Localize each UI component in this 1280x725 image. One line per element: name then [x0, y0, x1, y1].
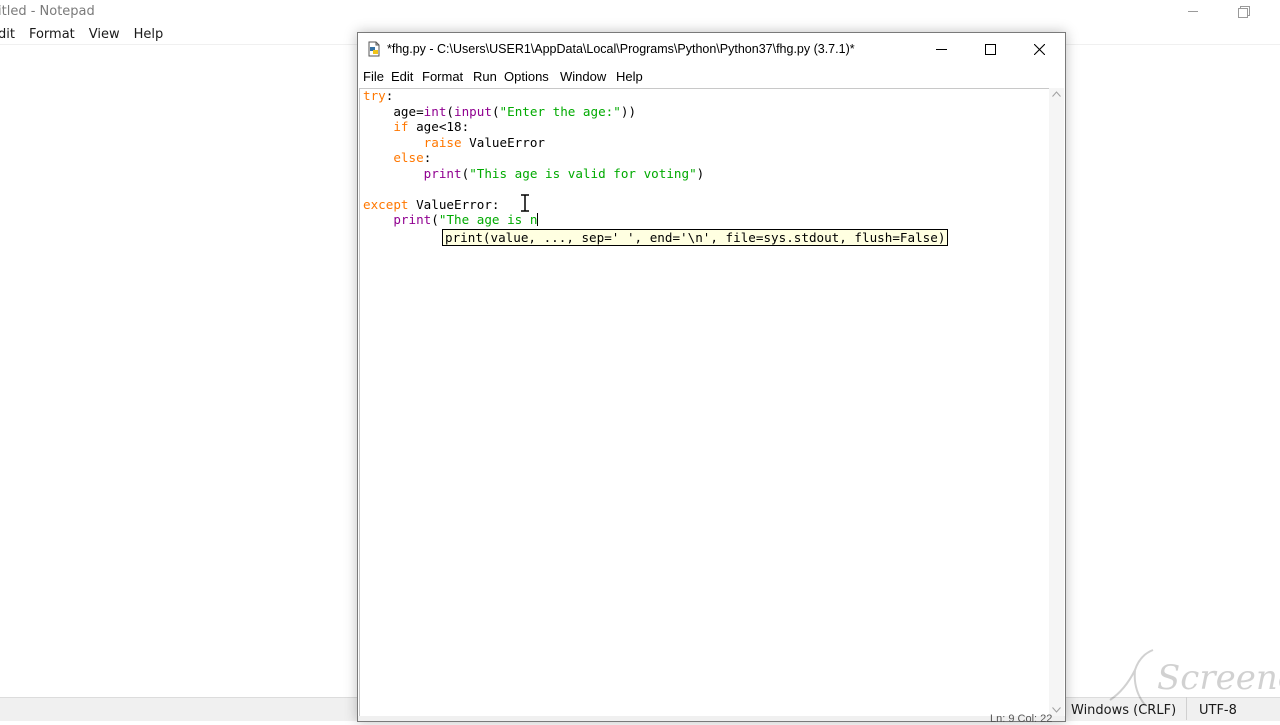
code-token: age<18: [408, 119, 470, 134]
code-token: : [385, 88, 394, 103]
builtin: input [454, 103, 492, 119]
vertical-scrollbar[interactable] [1049, 88, 1064, 716]
minimize-button[interactable] [918, 33, 964, 65]
watermark-text: Screencast-O-Matic [1157, 658, 1280, 698]
idle-statusbar: Ln: 9 Col: 22 [358, 713, 1065, 725]
notepad-menu-format[interactable]: Format [29, 27, 75, 42]
builtin: print [393, 212, 432, 227]
watermark-logo-icon [1109, 649, 1154, 706]
menu-options[interactable]: Options [504, 69, 549, 84]
cursor-position-status: Ln: 9 Col: 22 [990, 713, 1053, 725]
menu-edit[interactable]: Edit [391, 69, 413, 84]
watermark: Screencast-O-Matic [1105, 640, 1280, 720]
text-cursor [537, 213, 539, 226]
builtin: int [423, 103, 447, 119]
notepad-menu-edit[interactable]: dit [0, 27, 15, 42]
code-token: )) [620, 103, 637, 119]
menu-file[interactable]: File [363, 69, 384, 84]
notepad-menu-view[interactable]: View [89, 27, 120, 42]
menu-format[interactable]: Format [422, 69, 463, 84]
code-token: ValueError [461, 134, 545, 150]
keyword: else [393, 150, 424, 165]
keyword: if [393, 119, 409, 134]
scroll-down-icon[interactable] [1052, 707, 1061, 713]
maximize-button[interactable] [967, 33, 1013, 65]
keyword: raise [423, 134, 462, 150]
notepad-menubar: dit Format View Help [0, 27, 177, 42]
notepad-menu-help[interactable]: Help [134, 27, 164, 42]
close-icon [1033, 43, 1045, 55]
keyword: try [363, 88, 386, 103]
python-file-icon [368, 41, 380, 57]
code-text[interactable]: try: age=int(input("Enter the age:")) if… [363, 88, 704, 228]
notepad-minimize-icon[interactable] [1188, 11, 1198, 12]
idle-menubar: File Edit Format Run Options Window Help [358, 65, 1065, 87]
menu-window[interactable]: Window [560, 69, 606, 84]
code-token: ValueError: [408, 196, 500, 212]
code-token: : [423, 150, 432, 165]
notepad-restore-icon[interactable] [1238, 6, 1250, 18]
window-title: *fhg.py - C:\Users\USER1\AppData\Local\P… [387, 42, 855, 56]
idle-titlebar[interactable]: *fhg.py - C:\Users\USER1\AppData\Local\P… [358, 33, 1065, 65]
ibeam-cursor-icon [521, 194, 529, 212]
scroll-up-icon[interactable] [1052, 91, 1061, 97]
notepad-title: itled - Notepad [0, 4, 95, 19]
code-token: ( [431, 212, 439, 227]
string-literal: "The age is n [438, 212, 538, 227]
calltip-tooltip: print(value, ..., sep=' ', end='\n', fil… [442, 229, 949, 246]
code-editor[interactable]: try: age=int(input("Enter the age:")) if… [359, 88, 1049, 717]
code-token: age= [363, 103, 424, 119]
menu-run[interactable]: Run [473, 69, 497, 84]
keyword: except [363, 196, 409, 212]
menu-help[interactable]: Help [616, 69, 643, 84]
idle-editor-window: *fhg.py - C:\Users\USER1\AppData\Local\P… [357, 32, 1066, 725]
code-token: ( [446, 103, 455, 119]
maximize-icon [984, 43, 996, 55]
code-token: ( [491, 103, 500, 119]
string-literal: "Enter the age:" [499, 103, 621, 119]
builtin: print [423, 165, 462, 181]
close-button[interactable] [1016, 33, 1062, 65]
code-token: ) [696, 165, 705, 181]
minimize-icon [935, 48, 947, 50]
string-literal: "This age is valid for voting" [469, 165, 697, 181]
